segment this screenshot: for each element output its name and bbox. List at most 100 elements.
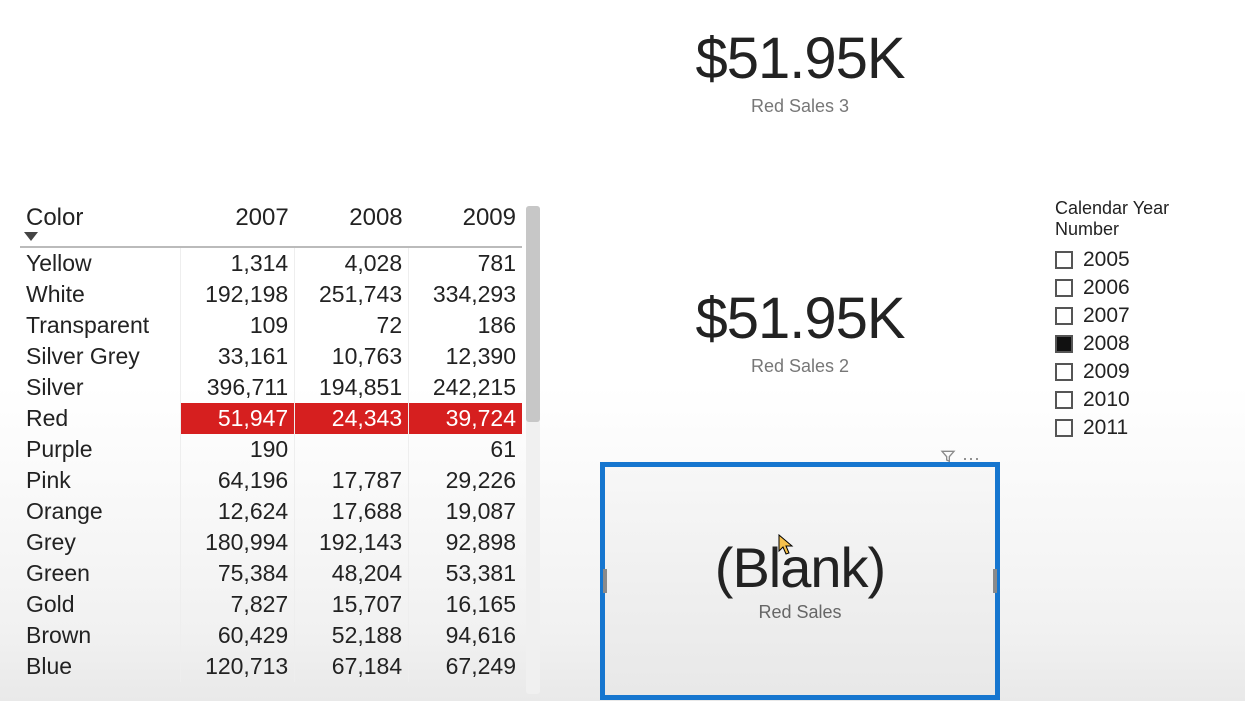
cell-value: 51,947: [181, 403, 295, 434]
table-row[interactable]: Green75,38448,20453,381: [20, 558, 522, 589]
cell-value: 15,707: [295, 589, 409, 620]
slicer-item[interactable]: 2006: [1055, 276, 1235, 300]
table-row[interactable]: Purple190 61: [20, 434, 522, 465]
table-row[interactable]: Gold7,82715,70716,165: [20, 589, 522, 620]
slicer-item-label: 2009: [1083, 360, 1130, 384]
cell-value: 92,898: [409, 527, 522, 558]
slicer-item-label: 2006: [1083, 276, 1130, 300]
row-label: Grey: [20, 527, 181, 558]
row-label: Green: [20, 558, 181, 589]
matrix-header-color[interactable]: Color: [20, 200, 181, 247]
row-label: Red: [20, 403, 181, 434]
slicer-item[interactable]: 2008: [1055, 332, 1235, 356]
cell-value: 190: [181, 434, 295, 465]
matrix-header-year[interactable]: 2007: [181, 200, 295, 247]
cell-value: 396,711: [181, 372, 295, 403]
cell-value: [295, 434, 409, 465]
kpi-label: Red Sales 3: [620, 96, 980, 117]
kpi-value: $51.95K: [620, 30, 980, 88]
matrix-header-year[interactable]: 2009: [409, 200, 522, 247]
checkbox-icon[interactable]: [1055, 251, 1073, 269]
slicer-item-label: 2010: [1083, 388, 1130, 412]
cell-value: 64,196: [181, 465, 295, 496]
cell-value: 75,384: [181, 558, 295, 589]
table-row[interactable]: Transparent10972186: [20, 310, 522, 341]
cell-value: 334,293: [409, 279, 522, 310]
cell-value: 53,381: [409, 558, 522, 589]
slicer-item-label: 2011: [1083, 416, 1128, 440]
row-label: Gold: [20, 589, 181, 620]
matrix-header-year[interactable]: 2008: [295, 200, 409, 247]
cell-value: 52,188: [295, 620, 409, 651]
kpi-label: Red Sales 2: [620, 356, 980, 377]
row-label: Silver Grey: [20, 341, 181, 372]
cell-value: 16,165: [409, 589, 522, 620]
table-row[interactable]: Blue120,71367,18467,249: [20, 651, 522, 682]
cell-value: 29,226: [409, 465, 522, 496]
cell-value: 180,994: [181, 527, 295, 558]
row-label: Yellow: [20, 247, 181, 279]
kpi-card-red-sales[interactable]: (Blank) Red Sales: [600, 462, 1000, 700]
table-row[interactable]: White192,198251,743334,293: [20, 279, 522, 310]
row-label: Brown: [20, 620, 181, 651]
checkbox-icon[interactable]: [1055, 391, 1073, 409]
cell-value: 186: [409, 310, 522, 341]
table-row[interactable]: Silver Grey33,16110,76312,390: [20, 341, 522, 372]
cell-value: 67,249: [409, 651, 522, 682]
table-row[interactable]: Grey180,994192,14392,898: [20, 527, 522, 558]
slicer-item[interactable]: 2007: [1055, 304, 1235, 328]
matrix-visual[interactable]: Color 2007 2008 2009 Yellow1,3144,028781…: [20, 200, 540, 700]
cell-value: 19,087: [409, 496, 522, 527]
kpi-value: $51.95K: [620, 290, 980, 348]
scrollbar[interactable]: [526, 206, 540, 694]
table-row[interactable]: Silver396,711194,851242,215: [20, 372, 522, 403]
table-row[interactable]: Orange12,62417,68819,087: [20, 496, 522, 527]
slicer-item[interactable]: 2009: [1055, 360, 1235, 384]
cell-value: 17,688: [295, 496, 409, 527]
table-row[interactable]: Brown60,42952,18894,616: [20, 620, 522, 651]
row-label: Silver: [20, 372, 181, 403]
matrix-table: Color 2007 2008 2009 Yellow1,3144,028781…: [20, 200, 522, 682]
kpi-card-red-sales-2[interactable]: $51.95K Red Sales 2: [620, 290, 980, 377]
cell-value: 60,429: [181, 620, 295, 651]
row-label: Purple: [20, 434, 181, 465]
kpi-card-red-sales-3[interactable]: $51.95K Red Sales 3: [620, 30, 980, 117]
checkbox-icon[interactable]: [1055, 335, 1073, 353]
table-row[interactable]: Red51,94724,34339,724: [20, 403, 522, 434]
cell-value: 4,028: [295, 247, 409, 279]
cell-value: 120,713: [181, 651, 295, 682]
cell-value: 24,343: [295, 403, 409, 434]
slicer-calendar-year[interactable]: Calendar Year Number 2005200620072008200…: [1055, 198, 1235, 444]
cell-value: 17,787: [295, 465, 409, 496]
checkbox-icon[interactable]: [1055, 419, 1073, 437]
cell-value: 67,184: [295, 651, 409, 682]
checkbox-icon[interactable]: [1055, 363, 1073, 381]
cell-value: 251,743: [295, 279, 409, 310]
matrix-header-row: Color 2007 2008 2009: [20, 200, 522, 247]
cell-value: 61: [409, 434, 522, 465]
slicer-item[interactable]: 2011: [1055, 416, 1235, 440]
cell-value: 781: [409, 247, 522, 279]
slicer-item-label: 2007: [1083, 304, 1130, 328]
cell-value: 94,616: [409, 620, 522, 651]
cell-value: 48,204: [295, 558, 409, 589]
row-label: Orange: [20, 496, 181, 527]
table-row[interactable]: Yellow1,3144,028781: [20, 247, 522, 279]
checkbox-icon[interactable]: [1055, 307, 1073, 325]
table-row[interactable]: Pink64,19617,78729,226: [20, 465, 522, 496]
cell-value: 12,390: [409, 341, 522, 372]
row-label: Pink: [20, 465, 181, 496]
slicer-item[interactable]: 2005: [1055, 248, 1235, 272]
row-label: White: [20, 279, 181, 310]
kpi-label: Red Sales: [758, 602, 841, 623]
cell-value: 109: [181, 310, 295, 341]
slicer-item-label: 2008: [1083, 332, 1130, 356]
cell-value: 7,827: [181, 589, 295, 620]
row-label: Blue: [20, 651, 181, 682]
scrollbar-thumb[interactable]: [526, 206, 540, 422]
slicer-item[interactable]: 2010: [1055, 388, 1235, 412]
cell-value: 33,161: [181, 341, 295, 372]
cell-value: 192,143: [295, 527, 409, 558]
matrix-header-label: Color: [26, 204, 83, 231]
checkbox-icon[interactable]: [1055, 279, 1073, 297]
